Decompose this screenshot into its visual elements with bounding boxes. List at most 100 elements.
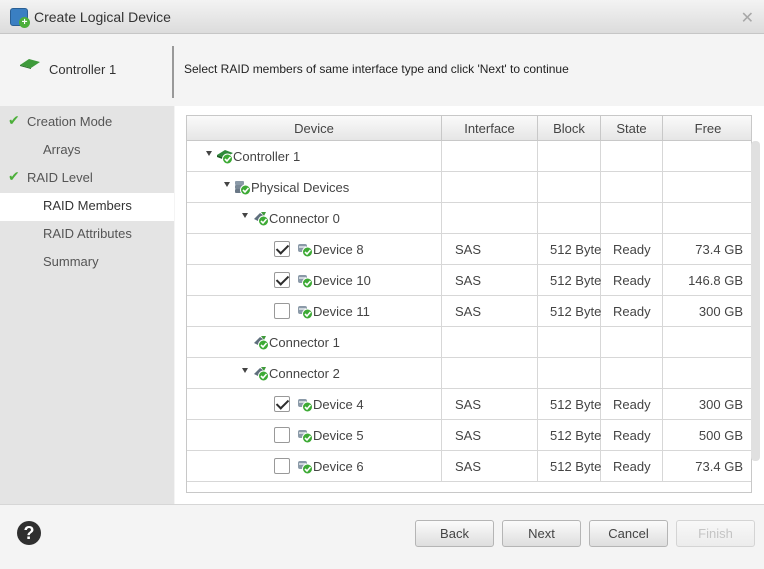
column-header-block[interactable]: Block	[538, 116, 601, 141]
cell-interface	[442, 141, 538, 172]
table-row[interactable]: Connector 2	[187, 358, 751, 389]
select-device-checkbox[interactable]	[274, 396, 290, 412]
cell-device: Connector 1	[187, 327, 442, 358]
state-value: Ready	[613, 242, 651, 257]
disk-icon	[298, 306, 313, 320]
cell-state: Ready	[601, 420, 663, 451]
expand-toggle-icon[interactable]	[206, 151, 212, 156]
cell-block: 512 Byte	[538, 451, 601, 482]
device-name: Physical Devices	[251, 180, 350, 195]
state-value: Ready	[613, 459, 651, 474]
table-row[interactable]: Connector 1	[187, 327, 751, 358]
cell-interface	[442, 358, 538, 389]
controller-icon	[217, 150, 233, 165]
device-name: Device 5	[313, 428, 364, 443]
table-row[interactable]: Device 6 SAS 512 Byte Ready 73.4 GB	[187, 451, 751, 482]
device-name: Connector 2	[269, 366, 340, 381]
select-device-checkbox[interactable]	[274, 458, 290, 474]
select-device-checkbox[interactable]	[274, 427, 290, 443]
sidebar-step-arrays[interactable]: Arrays	[0, 137, 174, 165]
step-complete-check-icon: ✔	[8, 168, 20, 184]
sidebar-step-label: RAID Level	[27, 170, 93, 185]
expand-toggle-icon[interactable]	[242, 213, 248, 218]
window-title: Create Logical Device	[34, 9, 171, 25]
connector-icon	[254, 336, 269, 351]
next-button[interactable]: Next	[502, 520, 581, 547]
device-name: Device 11	[313, 304, 370, 319]
cell-free: 500 GB	[663, 420, 751, 451]
wizard-steps-sidebar: ✔ Creation Mode Arrays ✔ RAID Level RAID Memb…	[0, 106, 174, 504]
title-bar[interactable]: + Create Logical Device ✕	[0, 0, 764, 34]
cell-state: Ready	[601, 265, 663, 296]
cell-interface: SAS	[442, 420, 538, 451]
cell-free	[663, 358, 751, 389]
device-name: Device 6	[313, 459, 364, 474]
state-value: Ready	[613, 304, 651, 319]
disk-icon	[298, 244, 313, 258]
device-name: Device 10	[313, 273, 371, 288]
cell-interface	[442, 203, 538, 234]
back-button[interactable]: Back	[415, 520, 494, 547]
help-icon[interactable]: ?	[17, 521, 41, 545]
cell-free	[663, 141, 751, 172]
sidebar-step-summary[interactable]: Summary	[0, 249, 174, 277]
block-value: 512 Byte	[550, 242, 602, 257]
cell-block	[538, 141, 601, 172]
table-scrollbar[interactable]	[751, 141, 760, 461]
sidebar-step-creation-mode[interactable]: ✔ Creation Mode	[0, 109, 174, 137]
cancel-button[interactable]: Cancel	[589, 520, 668, 547]
select-device-checkbox[interactable]	[274, 303, 290, 319]
disk-icon	[298, 430, 313, 444]
column-header-free[interactable]: Free	[663, 116, 751, 141]
cell-block: 512 Byte	[538, 296, 601, 327]
interface-value: SAS	[455, 397, 482, 412]
table-row[interactable]: Device 8 SAS 512 Byte Ready 73.4 GB	[187, 234, 751, 265]
free-value: 73.4 GB	[695, 459, 743, 474]
table-row[interactable]: Device 4 SAS 512 Byte Ready 300 GB	[187, 389, 751, 420]
sidebar-step-raid-level[interactable]: ✔ RAID Level	[0, 165, 174, 193]
cell-state	[601, 203, 663, 234]
cell-block	[538, 172, 601, 203]
cell-device: Physical Devices	[187, 172, 442, 203]
cell-interface: SAS	[442, 296, 538, 327]
expand-toggle-icon[interactable]	[242, 368, 248, 373]
sidebar-step-label: Summary	[43, 254, 99, 269]
connector-icon	[254, 367, 269, 382]
column-header-interface[interactable]: Interface	[442, 116, 538, 141]
interface-value: SAS	[455, 459, 482, 474]
table-row[interactable]: Controller 1	[187, 141, 751, 172]
select-device-checkbox[interactable]	[274, 241, 290, 257]
interface-value: SAS	[455, 242, 482, 257]
table-row[interactable]: Physical Devices	[187, 172, 751, 203]
select-device-checkbox[interactable]	[274, 272, 290, 288]
cell-device: Controller 1	[187, 141, 442, 172]
cell-state: Ready	[601, 234, 663, 265]
device-name: Connector 0	[269, 211, 340, 226]
cell-free	[663, 327, 751, 358]
state-value: Ready	[613, 428, 651, 443]
cell-state	[601, 327, 663, 358]
column-header-device[interactable]: Device	[187, 116, 442, 141]
cell-interface: SAS	[442, 265, 538, 296]
cell-free	[663, 203, 751, 234]
cell-device: Connector 2	[187, 358, 442, 389]
table-row[interactable]: Connector 0	[187, 203, 751, 234]
free-value: 146.8 GB	[688, 273, 743, 288]
cell-device: Device 8	[187, 234, 442, 265]
cell-interface	[442, 172, 538, 203]
disk-icon	[298, 461, 313, 475]
connector-icon	[254, 212, 269, 227]
cell-block: 512 Byte	[538, 234, 601, 265]
table-row[interactable]: Device 10 SAS 512 Byte Ready 146.8 GB	[187, 265, 751, 296]
cell-device: Connector 0	[187, 203, 442, 234]
sidebar-step-raid-attributes[interactable]: RAID Attributes	[0, 221, 174, 249]
interface-value: SAS	[455, 428, 482, 443]
column-header-state[interactable]: State	[601, 116, 663, 141]
table-row[interactable]: Device 5 SAS 512 Byte Ready 500 GB	[187, 420, 751, 451]
cell-block: 512 Byte	[538, 265, 601, 296]
close-icon[interactable]: ✕	[741, 8, 754, 28]
table-row[interactable]: Device 11 SAS 512 Byte Ready 300 GB	[187, 296, 751, 327]
plus-badge-icon: +	[19, 17, 30, 28]
sidebar-step-raid-members[interactable]: RAID Members	[0, 193, 174, 221]
expand-toggle-icon[interactable]	[224, 182, 230, 187]
